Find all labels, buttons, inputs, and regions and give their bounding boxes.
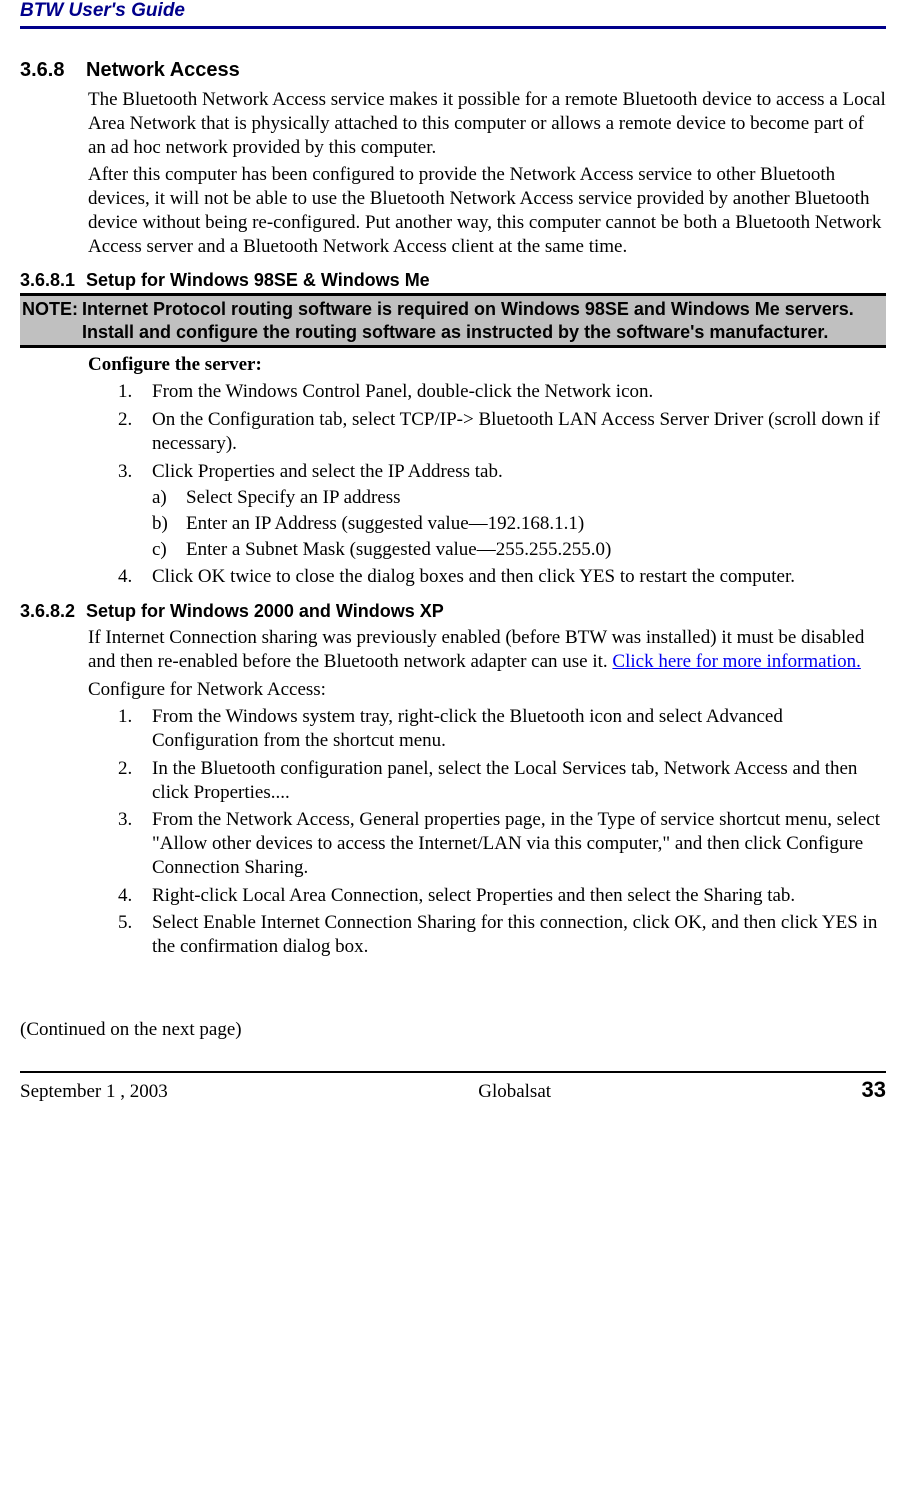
sub-list-item: b) Enter an IP Address (suggested value—…	[152, 513, 886, 535]
list-text: From the Windows Control Panel, double-c…	[152, 380, 886, 404]
list-item: 1. From the Windows system tray, right-c…	[118, 705, 886, 753]
note-text: Internet Protocol routing software is re…	[82, 298, 872, 343]
list-number: 5.	[118, 911, 152, 959]
list-item: 1. From the Windows Control Panel, doubl…	[118, 380, 886, 404]
list-text: Enter a Subnet Mask (suggested value—255…	[186, 539, 886, 561]
list-item: 5. Select Enable Internet Connection Sha…	[118, 911, 886, 959]
configure-network-heading: Configure for Network Access:	[88, 678, 886, 702]
list-item: 2. In the Bluetooth configuration panel,…	[118, 757, 886, 805]
list-number: 1.	[118, 380, 152, 404]
list-number: 3.	[118, 808, 152, 879]
list-item: 2. On the Configuration tab, select TCP/…	[118, 408, 886, 456]
list-text: Right-click Local Area Connection, selec…	[152, 884, 886, 908]
sub-list-item: c) Enter a Subnet Mask (suggested value—…	[152, 539, 886, 561]
list-item: 3. From the Network Access, General prop…	[118, 808, 886, 879]
list-number: 2.	[118, 408, 152, 456]
list-text: Enter an IP Address (suggested value—192…	[186, 513, 886, 535]
heading-number: 3.6.8	[20, 59, 86, 82]
paragraph: After this computer has been configured …	[88, 163, 886, 258]
note-line: Internet Protocol routing software is re…	[82, 299, 854, 319]
list-text: Click Properties and select the IP Addre…	[152, 460, 886, 484]
list-number: 3.	[118, 460, 152, 484]
list-letter: c)	[152, 539, 186, 561]
list-text: Select Enable Internet Connection Sharin…	[152, 911, 886, 959]
section-heading-3682: 3.6.8.2Setup for Windows 2000 and Window…	[20, 601, 886, 622]
list-number: 1.	[118, 705, 152, 753]
paragraph: The Bluetooth Network Access service mak…	[88, 88, 886, 159]
list-item: 4. Click OK twice to close the dialog bo…	[118, 565, 886, 589]
configure-server-heading: Configure the server:	[88, 354, 886, 376]
list-number: 2.	[118, 757, 152, 805]
paragraph: If Internet Connection sharing was previ…	[88, 626, 886, 674]
page-number: 33	[862, 1077, 886, 1103]
list-text: From the Network Access, General propert…	[152, 808, 886, 879]
list-number: 4.	[118, 884, 152, 908]
list-item: 4. Right-click Local Area Connection, se…	[118, 884, 886, 908]
footer-date: September 1 , 2003	[20, 1081, 168, 1103]
continued-note: (Continued on the next page)	[20, 1019, 886, 1041]
page-footer: September 1 , 2003 Globalsat 33	[20, 1071, 886, 1103]
heading-number: 3.6.8.1	[20, 270, 86, 291]
list-letter: a)	[152, 487, 186, 509]
list-letter: b)	[152, 513, 186, 535]
page-header: BTW User's Guide	[20, 0, 886, 29]
note-line: Install and configure the routing softwa…	[82, 322, 828, 342]
sub-list-item: a) Select Specify an IP address	[152, 487, 886, 509]
list-text: Click OK twice to close the dialog boxes…	[152, 565, 886, 589]
list-text: From the Windows system tray, right-clic…	[152, 705, 886, 753]
list-text: On the Configuration tab, select TCP/IP-…	[152, 408, 886, 456]
list-item: 3. Click Properties and select the IP Ad…	[118, 460, 886, 484]
footer-company: Globalsat	[478, 1081, 551, 1103]
note-label: NOTE:	[20, 298, 82, 321]
section-heading-3681: 3.6.8.1Setup for Windows 98SE & Windows …	[20, 270, 886, 291]
list-text: Select Specify an IP address	[186, 487, 886, 509]
note-box: NOTE:Internet Protocol routing software …	[20, 293, 886, 348]
more-info-link[interactable]: Click here for more information.	[612, 651, 861, 672]
heading-text: Setup for Windows 98SE & Windows Me	[86, 270, 430, 290]
heading-text: Setup for Windows 2000 and Windows XP	[86, 601, 444, 621]
section-heading-368: 3.6.8Network Access	[20, 59, 886, 82]
list-text: In the Bluetooth configuration panel, se…	[152, 757, 886, 805]
heading-number: 3.6.8.2	[20, 601, 86, 622]
heading-text: Network Access	[86, 59, 240, 81]
document-title: BTW User's Guide	[20, 0, 185, 21]
list-number: 4.	[118, 565, 152, 589]
